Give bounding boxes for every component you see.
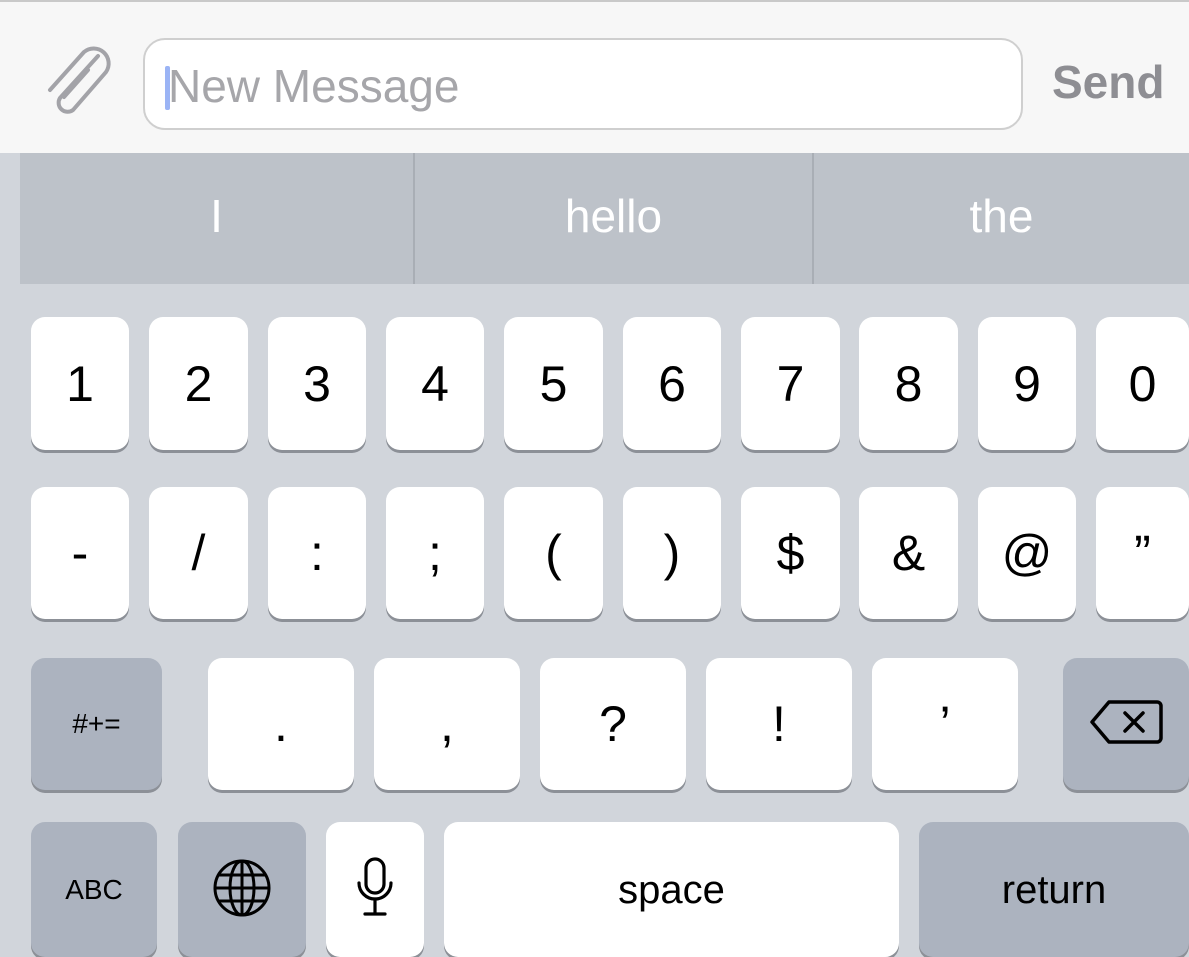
- key-6[interactable]: 6: [623, 317, 721, 450]
- key-ampersand[interactable]: &: [859, 487, 958, 619]
- key-period[interactable]: .: [208, 658, 354, 790]
- key-0[interactable]: 0: [1096, 317, 1189, 450]
- suggestion-2[interactable]: hello: [415, 153, 812, 284]
- globe-key[interactable]: [178, 822, 306, 957]
- key-comma[interactable]: ,: [374, 658, 520, 790]
- suggestion-1[interactable]: I: [20, 153, 413, 284]
- key-dollar[interactable]: $: [741, 487, 840, 619]
- paperclip-icon[interactable]: [40, 46, 118, 124]
- key-open-paren[interactable]: (: [504, 487, 603, 619]
- backspace-icon: [1089, 699, 1163, 749]
- send-button[interactable]: Send: [1052, 52, 1164, 112]
- message-input[interactable]: New Message: [143, 38, 1023, 130]
- key-exclamation[interactable]: !: [706, 658, 852, 790]
- key-4[interactable]: 4: [386, 317, 484, 450]
- key-close-paren[interactable]: ): [623, 487, 721, 619]
- key-2[interactable]: 2: [149, 317, 248, 450]
- key-apostrophe[interactable]: ’: [872, 658, 1018, 790]
- dictation-key[interactable]: [326, 822, 424, 957]
- microphone-icon: [355, 856, 395, 924]
- abc-key[interactable]: ABC: [31, 822, 157, 957]
- key-9[interactable]: 9: [978, 317, 1076, 450]
- key-1[interactable]: 1: [31, 317, 129, 450]
- message-composer: New Message Send: [0, 0, 1189, 153]
- suggestion-bar: I hello the: [20, 153, 1189, 284]
- key-colon[interactable]: :: [268, 487, 366, 619]
- key-quote[interactable]: ”: [1096, 487, 1189, 619]
- key-slash[interactable]: /: [149, 487, 248, 619]
- return-key[interactable]: return: [919, 822, 1189, 957]
- space-key[interactable]: space: [444, 822, 899, 957]
- key-7[interactable]: 7: [741, 317, 840, 450]
- backspace-key[interactable]: [1063, 658, 1189, 790]
- suggestion-3[interactable]: the: [814, 153, 1189, 284]
- key-5[interactable]: 5: [504, 317, 603, 450]
- key-3[interactable]: 3: [268, 317, 366, 450]
- key-8[interactable]: 8: [859, 317, 958, 450]
- key-at[interactable]: @: [978, 487, 1076, 619]
- key-hyphen[interactable]: -: [31, 487, 129, 619]
- key-semicolon[interactable]: ;: [386, 487, 484, 619]
- more-symbols-key[interactable]: #+=: [31, 658, 162, 790]
- globe-icon: [211, 857, 273, 923]
- key-question[interactable]: ?: [540, 658, 686, 790]
- message-placeholder: New Message: [168, 60, 460, 112]
